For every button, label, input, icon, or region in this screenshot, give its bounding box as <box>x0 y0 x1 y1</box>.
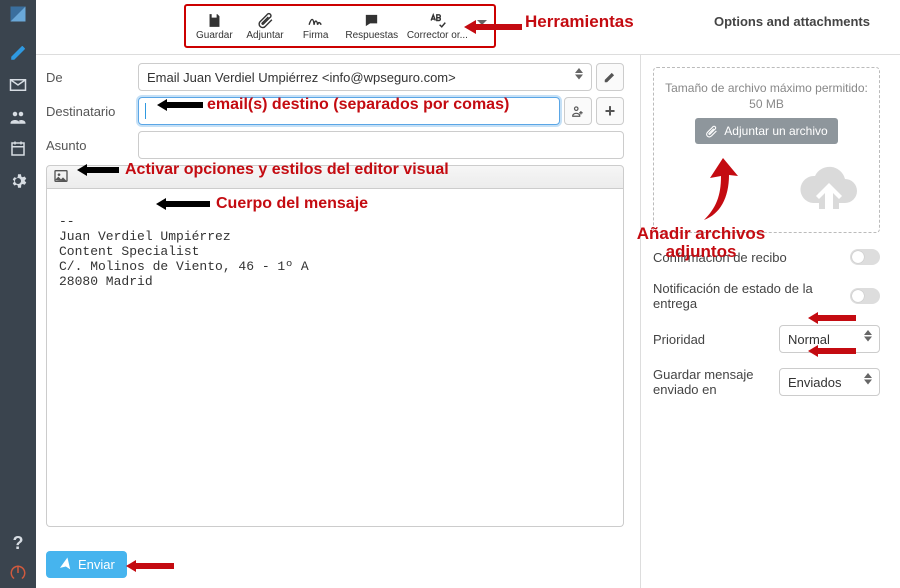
nav-mail[interactable] <box>2 70 34 100</box>
from-label: De <box>46 70 138 85</box>
edit-from-button[interactable] <box>596 63 624 91</box>
max-size-text: Tamaño de archivo máximo permitido: 50 M… <box>662 80 871 112</box>
send-button[interactable]: Enviar <box>46 551 127 578</box>
priority-label: Prioridad <box>653 332 771 347</box>
upload-dropzone[interactable]: Tamaño de archivo máximo permitido: 50 M… <box>653 67 880 233</box>
dsn-label: Notificación de estado de la entrega <box>653 281 850 311</box>
return-receipt-toggle[interactable] <box>850 249 880 265</box>
paperclip-icon <box>257 12 274 30</box>
add-contact-button[interactable] <box>564 97 592 125</box>
attachments-panel: Tamaño de archivo máximo permitido: 50 M… <box>640 55 892 588</box>
toolbar: Guardar Adjuntar Firma Respuestas Correc… <box>184 4 496 48</box>
upload-icon <box>797 163 861 222</box>
subject-label: Asunto <box>46 138 138 153</box>
to-input[interactable] <box>138 97 560 125</box>
subject-input[interactable] <box>138 131 624 159</box>
savein-label: Guardar mensaje enviado en <box>653 367 771 397</box>
topbar: Guardar Adjuntar Firma Respuestas Correc… <box>36 0 900 55</box>
nav-logout[interactable] <box>2 558 34 588</box>
return-receipt-label: Confirmación de recibo <box>653 250 850 265</box>
send-label: Enviar <box>78 557 115 572</box>
tb-spellcheck[interactable]: Corrector or... <box>407 12 468 41</box>
editor-toolbar <box>46 165 624 189</box>
nav-calendar[interactable] <box>2 134 34 164</box>
tb-save-label: Guardar <box>196 30 233 41</box>
tb-responses[interactable]: Respuestas <box>345 12 398 41</box>
nav-settings[interactable] <box>2 166 34 196</box>
image-icon[interactable] <box>53 168 69 187</box>
compose-form: De Email Juan Verdiel Umpiérrez <info@wp… <box>36 55 630 527</box>
attach-file-button[interactable]: Adjuntar un archivo <box>695 118 837 144</box>
spellcheck-icon <box>429 12 446 30</box>
tb-save[interactable]: Guardar <box>193 12 235 41</box>
to-label: Destinatario <box>46 104 138 119</box>
add-recipient-button[interactable]: + <box>596 97 624 125</box>
savein-select[interactable]: Enviados <box>779 368 880 396</box>
tb-spellcheck-label: Corrector or... <box>407 30 468 41</box>
nav-contacts[interactable] <box>2 102 34 132</box>
signature-icon <box>307 12 324 30</box>
tb-more[interactable] <box>477 18 487 34</box>
tb-attach-label: Adjuntar <box>246 30 283 41</box>
priority-select[interactable]: Normal <box>779 325 880 353</box>
save-icon <box>206 12 223 30</box>
tb-signature[interactable]: Firma <box>295 12 337 41</box>
options-heading: Options and attachments <box>714 14 870 29</box>
nav-compose[interactable] <box>2 38 34 68</box>
from-select[interactable]: Email Juan Verdiel Umpiérrez <info@wpseg… <box>138 63 592 91</box>
editor-body[interactable]: -- Juan Verdiel Umpiérrez Content Specia… <box>46 189 624 527</box>
app-logo-icon <box>8 4 28 24</box>
comment-icon <box>363 12 380 30</box>
nav-help[interactable]: ? <box>2 528 34 558</box>
tb-responses-label: Respuestas <box>345 30 398 41</box>
tb-signature-label: Firma <box>303 30 329 41</box>
app-sidebar: ? <box>0 0 36 588</box>
dsn-toggle[interactable] <box>850 288 880 304</box>
attach-file-label: Adjuntar un archivo <box>724 124 827 138</box>
tb-attach[interactable]: Adjuntar <box>244 12 286 41</box>
